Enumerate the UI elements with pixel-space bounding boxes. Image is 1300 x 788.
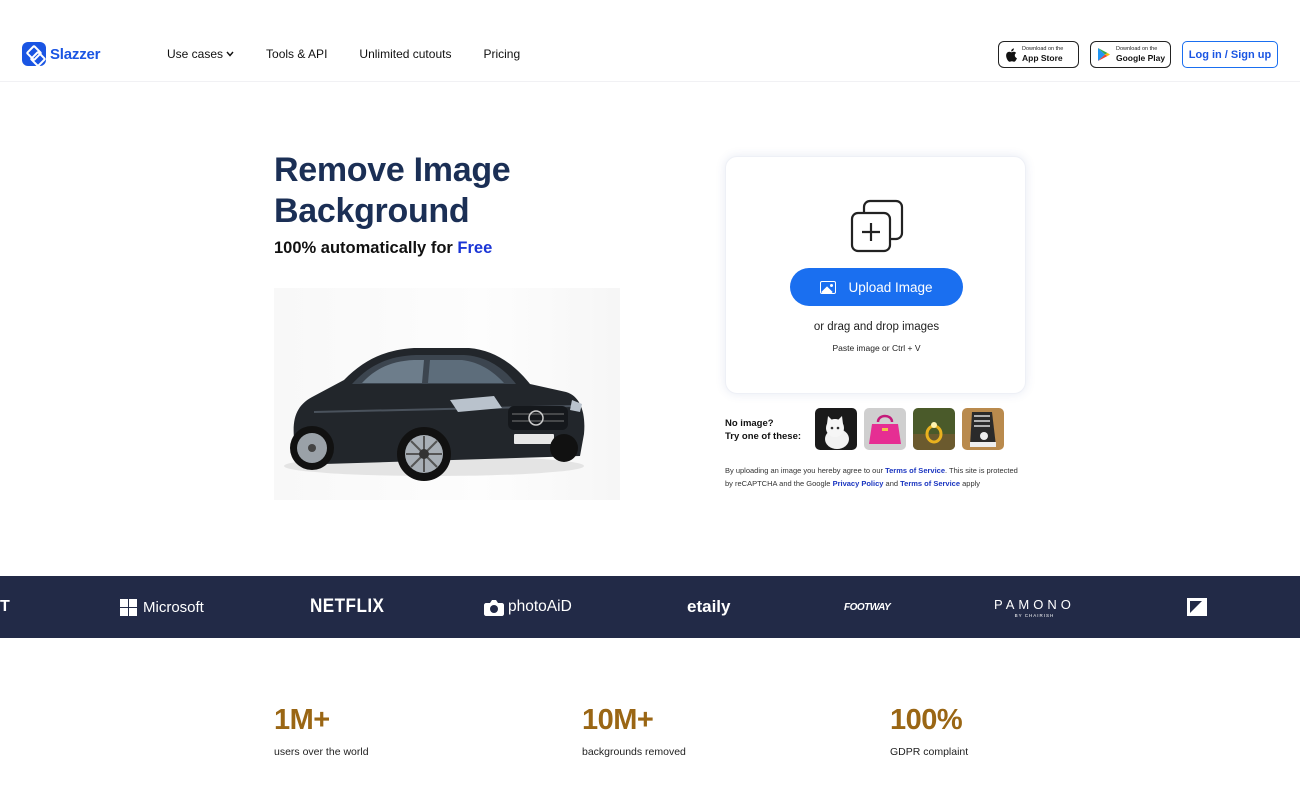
terms-text-4: apply [960, 478, 981, 488]
brand-footway: FOOTWAY [844, 601, 891, 613]
sample-sneaker[interactable] [962, 408, 1004, 450]
add-image-icon [850, 199, 904, 253]
sneaker-thumbnail [962, 408, 1004, 450]
upload-card[interactable]: Upload Image or drag and drop images Pas… [725, 156, 1026, 394]
google-play-big-text: Google Play [1116, 52, 1166, 63]
nav-tools-api-label: Tools & API [266, 47, 328, 61]
stat-users-value: 1M+ [274, 704, 330, 736]
nav-unlimited-cutouts[interactable]: Unlimited cutouts [359, 47, 451, 61]
sample-kitten[interactable] [815, 408, 857, 450]
hero-subtitle-prefix: 100% automatically for [274, 239, 458, 257]
slazzer-logo-icon [22, 42, 46, 66]
hero-subtitle-free: Free [457, 239, 493, 257]
brand-photoaid: photoAiD [484, 576, 572, 638]
pamono-text: PAMONO [994, 596, 1075, 612]
stat-gdpr-label: GDPR complaint [890, 746, 969, 758]
privacy-policy-link[interactable]: Privacy Policy [833, 479, 884, 488]
slazzer-logo[interactable]: Slazzer [22, 42, 100, 66]
try-these-text: Try one of these: [725, 431, 802, 442]
terms-of-service-link[interactable]: Terms of Service [885, 466, 945, 475]
nav-tools-api[interactable]: Tools & API [266, 47, 327, 61]
nav-use-cases-label: Use cases [167, 47, 224, 61]
site-header: Slazzer Use cases Tools & API Unlimited … [0, 0, 1300, 82]
sample-prompt: No image? Try one of these: [725, 417, 801, 443]
sample-ring[interactable] [913, 408, 955, 450]
nav-pricing[interactable]: Pricing [483, 47, 520, 61]
ring-thumbnail [913, 408, 955, 450]
google-play-small-text: Download on the [1116, 46, 1158, 52]
microsoft-icon [120, 598, 137, 616]
sample-images [815, 408, 1004, 450]
brand-pamono: PAMONO BY CHAIRISH [994, 576, 1075, 638]
upload-image-label: Upload Image [848, 279, 933, 295]
hero-title-line1: Remove Image [274, 151, 511, 189]
paste-hint-text: Paste image or Ctrl + V [832, 343, 921, 353]
hero-title-line2: Background [274, 192, 470, 230]
handbag-thumbnail [864, 408, 906, 450]
apple-icon [1006, 47, 1017, 62]
app-store-big-text: App Store [1022, 52, 1063, 63]
stat-backgrounds-label: backgrounds removed [582, 746, 686, 758]
terms-text-3: and [883, 478, 901, 488]
sample-handbag[interactable] [864, 408, 906, 450]
hero-subtitle: 100% automatically for Free [274, 239, 492, 258]
nav-unlimited-cutouts-label: Unlimited cutouts [359, 47, 452, 61]
microsoft-text: Microsoft [143, 598, 204, 616]
terms-text-1: By uploading an image you hereby agree t… [725, 466, 886, 475]
camera-icon [484, 599, 504, 616]
brand-etaily: etaily [687, 597, 731, 616]
kitten-thumbnail [815, 408, 857, 450]
main-nav: Use cases Tools & API Unlimited cutouts … [167, 47, 520, 61]
photoaid-text: photoAiD [508, 598, 572, 615]
app-store-button[interactable]: Download on the App Store [998, 41, 1079, 68]
brand-slash-logo [1187, 576, 1207, 638]
login-signup-button[interactable]: Log in / Sign up [1182, 41, 1278, 68]
brand-slash-icon [1187, 598, 1207, 616]
brand-logo-strip: T Microsoft NETFLIX photoAiD etaily FOOT… [0, 576, 1300, 638]
logo-text: Slazzer [50, 45, 101, 63]
google-play-icon [1098, 48, 1110, 61]
stat-gdpr-value: 100% [890, 704, 963, 736]
drag-drop-text: or drag and drop images [813, 321, 940, 333]
car-illustration [284, 348, 585, 481]
google-play-button[interactable]: Download on the Google Play [1090, 41, 1171, 68]
demo-car-image [274, 288, 620, 500]
pamono-subtext: BY CHAIRISH [1014, 612, 1055, 618]
image-icon [820, 280, 837, 294]
hero-title: Remove Image Background [274, 150, 604, 232]
brand-netflix: NETFLIX [310, 596, 385, 617]
app-store-small-text: Download on the [1022, 46, 1064, 52]
chevron-down-icon [226, 51, 234, 57]
nav-pricing-label: Pricing [483, 47, 521, 61]
google-terms-link[interactable]: Terms of Service [900, 479, 960, 488]
brand-microsoft: Microsoft [120, 576, 204, 638]
brand-partial: T [0, 598, 10, 615]
terms-notice: By uploading an image you hereby agree t… [725, 465, 1025, 490]
stat-users-label: users over the world [274, 746, 369, 758]
upload-image-button[interactable]: Upload Image [790, 268, 963, 306]
nav-use-cases[interactable]: Use cases [167, 47, 234, 61]
no-image-text: No image? [725, 418, 774, 429]
stat-backgrounds-value: 10M+ [582, 704, 654, 736]
